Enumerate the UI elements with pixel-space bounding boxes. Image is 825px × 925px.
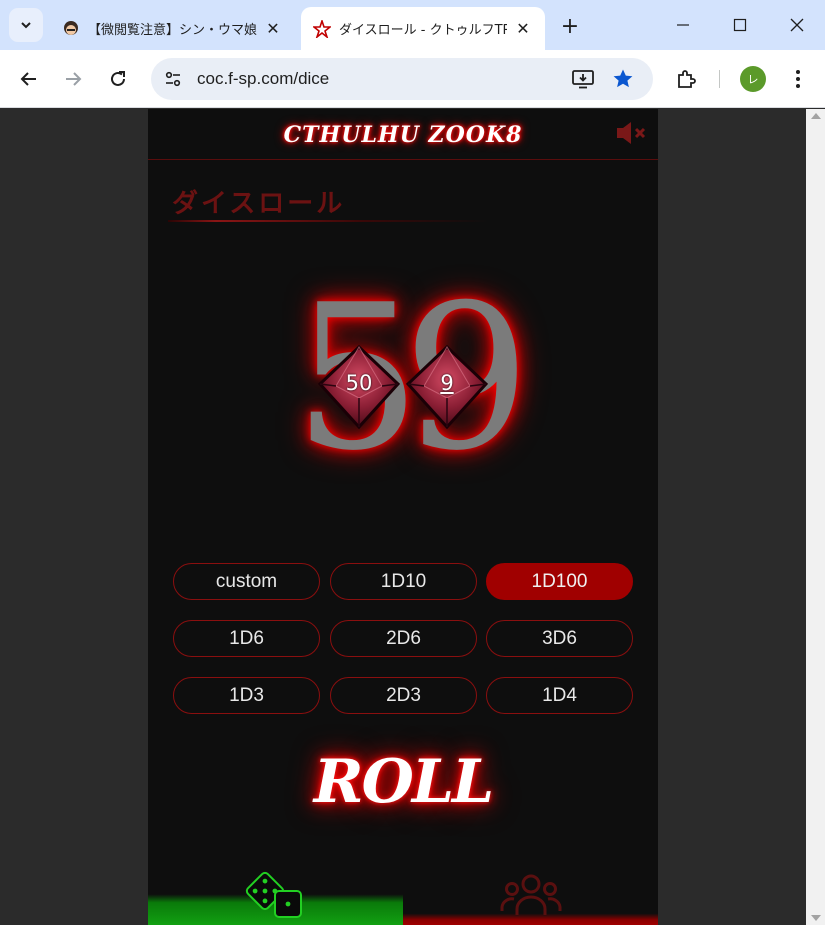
new-tab-button[interactable]: + [556,12,584,40]
dice-1d4-button[interactable]: 1D4 [486,677,633,714]
forward-button[interactable] [58,64,88,94]
bookmark-star-icon[interactable] [611,67,635,91]
minimize-icon [676,24,689,26]
chevron-down-icon [21,22,31,29]
tab-close-icon[interactable]: ✕ [263,19,283,39]
dice-1d6-button[interactable]: 1D6 [173,620,320,657]
tab-favicon-icon [62,20,80,38]
tab-dice-roll[interactable]: ダイスロール - クトゥルフTR ✕ [301,7,545,50]
dice-app: CTHULHU ZOOK8 ダイスロール 59 50 9 custom 1D10… [148,109,658,925]
close-icon [790,18,803,32]
tab-strip: 【微閲覧注意】シン・ウマ娘 ✕ ダイスロール - クトゥルフTR ✕ + [0,0,825,50]
title-underline [168,220,488,222]
app-header: CTHULHU ZOOK8 [148,109,658,160]
reload-icon [111,71,125,86]
maximize-icon [733,18,746,32]
page-title: ダイスロール [172,189,346,219]
sound-muted-icon[interactable] [615,120,649,146]
page-scrollbar[interactable] [806,109,825,925]
scroll-up-arrow-icon[interactable] [811,113,821,119]
toolbar-separator [719,70,720,88]
close-window-button[interactable] [768,0,825,50]
tab-uma[interactable]: 【微閲覧注意】シン・ウマ娘 ✕ [50,7,295,50]
die-value: 9 [440,371,454,395]
minimize-button[interactable] [654,0,711,50]
reload-button[interactable] [103,64,133,94]
dice-1d3-button[interactable]: 1D3 [173,677,320,714]
bottom-nav [148,861,658,925]
tab-search-button[interactable] [9,8,43,42]
site-info-icon[interactable] [161,67,185,91]
users-icon [500,874,562,915]
d10-die-tens: 50 [316,344,402,430]
puzzle-icon [678,70,696,88]
tab-favicon-icon [313,19,331,38]
dice-icon [245,871,302,918]
tab-close-icon[interactable]: ✕ [513,19,533,39]
more-vert-icon [796,70,800,88]
die-value: 50 [345,371,373,395]
back-button[interactable] [14,64,44,94]
url-text: coc.f-sp.com/dice [197,69,330,88]
dice-3d6-button[interactable]: 3D6 [486,620,633,657]
site-logo[interactable]: CTHULHU ZOOK8 [148,122,658,148]
nav-dice-tab[interactable] [148,861,403,925]
tab-title: 【微閲覧注意】シン・ウマ娘 [88,23,257,38]
roll-result: 59 [293,262,531,495]
menu-button[interactable] [783,64,813,94]
browser-toolbar: coc.f-sp.com/dice レ [0,50,825,108]
dice-1d10-button[interactable]: 1D10 [330,563,477,600]
maximize-button[interactable] [711,0,768,50]
roll-button[interactable]: ROLL [148,747,658,817]
dice-2d6-button[interactable]: 2D6 [330,620,477,657]
scroll-down-arrow-icon[interactable] [811,915,821,921]
dice-2d3-button[interactable]: 2D3 [330,677,477,714]
dice-custom-button[interactable]: custom [173,563,320,600]
extensions-button[interactable] [671,64,701,94]
profile-avatar[interactable]: レ [740,66,766,92]
arrow-left-icon [20,72,36,86]
address-bar[interactable]: coc.f-sp.com/dice [151,58,653,100]
tab-title: ダイスロール - クトゥルフTR [339,23,507,38]
install-app-icon[interactable] [571,68,595,90]
arrow-right-icon [66,72,82,86]
nav-players-tab[interactable] [403,861,658,925]
dice-1d100-button[interactable]: 1D100 [486,563,633,600]
d10-die-ones: 9 [404,344,490,430]
page-viewport: CTHULHU ZOOK8 ダイスロール 59 50 9 custom 1D10… [0,109,806,925]
